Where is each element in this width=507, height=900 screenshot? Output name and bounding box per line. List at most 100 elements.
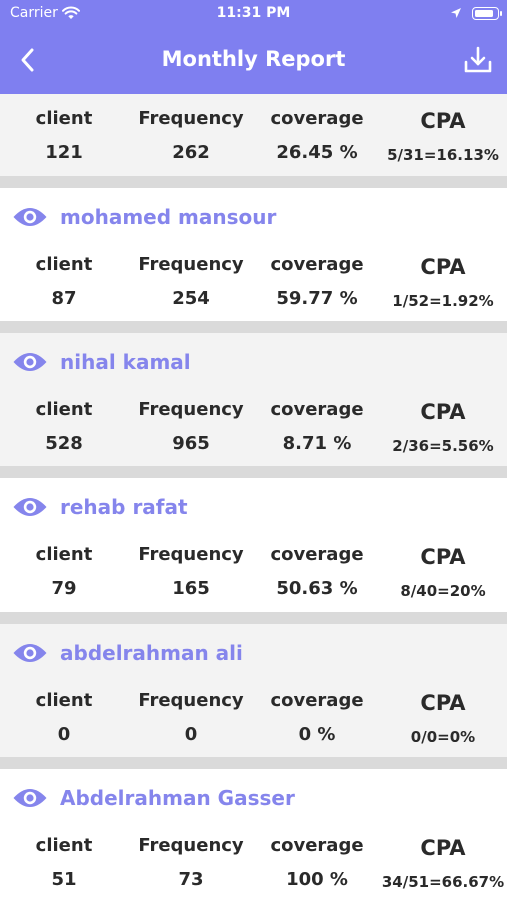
cpa-column: CPA 8/40=20% bbox=[373, 542, 507, 602]
coverage-label: coverage bbox=[270, 690, 364, 711]
frequency-label: Frequency bbox=[138, 399, 244, 420]
battery-icon bbox=[472, 7, 502, 20]
coverage-label: coverage bbox=[270, 108, 364, 129]
client-label: client bbox=[35, 108, 93, 129]
coverage-column: coverage 26.45 % bbox=[247, 106, 387, 164]
frequency-value: 0 bbox=[184, 724, 198, 745]
coverage-value: 26.45 % bbox=[276, 142, 358, 163]
cpa-column: CPA 34/51=66.67% bbox=[373, 833, 507, 893]
divider bbox=[0, 466, 507, 478]
rep-name[interactable]: mohamed mansour bbox=[60, 205, 276, 229]
rep-card: rehab rafat client 79 Frequency 165 cove… bbox=[0, 478, 507, 612]
frequency-label: Frequency bbox=[138, 835, 244, 856]
rep-stats: client 0 Frequency 0 coverage 0 % CPA 0/… bbox=[0, 688, 507, 748]
client-column: client 528 bbox=[0, 397, 134, 455]
cpa-label: CPA bbox=[420, 255, 466, 279]
client-label: client bbox=[35, 690, 93, 711]
cpa-column: CPA 5/31=16.13% bbox=[373, 106, 507, 166]
cpa-value: 2/36=5.56% bbox=[392, 437, 494, 455]
rep-name[interactable]: abdelrahman ali bbox=[60, 641, 243, 665]
summary-row: client 121 Frequency 262 coverage 26.45 … bbox=[0, 94, 507, 176]
client-label: client bbox=[35, 544, 93, 565]
frequency-column: Frequency 0 bbox=[121, 688, 261, 746]
coverage-value: 0 % bbox=[298, 724, 336, 745]
frequency-label: Frequency bbox=[138, 690, 244, 711]
client-value: 51 bbox=[51, 869, 77, 890]
frequency-value: 262 bbox=[172, 142, 210, 163]
coverage-column: coverage 59.77 % bbox=[247, 252, 387, 310]
client-label: client bbox=[35, 254, 93, 275]
nav-bar: Carrier 11:31 PM Monthly Report bbox=[0, 0, 507, 94]
eye-icon[interactable] bbox=[12, 205, 48, 229]
rep-card: nihal kamal client 528 Frequency 965 cov… bbox=[0, 333, 507, 466]
eye-icon[interactable] bbox=[12, 641, 48, 665]
coverage-value: 59.77 % bbox=[276, 288, 358, 309]
client-value: 121 bbox=[45, 142, 83, 163]
client-label: client bbox=[35, 835, 93, 856]
eye-icon[interactable] bbox=[12, 786, 48, 810]
coverage-column: coverage 0 % bbox=[247, 688, 387, 746]
battery-fill bbox=[475, 10, 493, 17]
coverage-label: coverage bbox=[270, 544, 364, 565]
client-column: client 87 bbox=[0, 252, 134, 310]
rep-stats: client 87 Frequency 254 coverage 59.77 %… bbox=[0, 252, 507, 312]
download-button[interactable] bbox=[460, 42, 496, 78]
cpa-label: CPA bbox=[420, 545, 466, 569]
download-icon bbox=[464, 46, 492, 73]
rep-name[interactable]: Abdelrahman Gasser bbox=[60, 786, 295, 810]
frequency-column: Frequency 254 bbox=[121, 252, 261, 310]
coverage-label: coverage bbox=[270, 254, 364, 275]
client-value: 528 bbox=[45, 433, 83, 454]
cpa-value: 8/40=20% bbox=[400, 582, 486, 600]
rep-stats: client 51 Frequency 73 coverage 100 % CP… bbox=[0, 833, 507, 893]
frequency-label: Frequency bbox=[138, 544, 244, 565]
frequency-column: Frequency 965 bbox=[121, 397, 261, 455]
cpa-column: CPA 2/36=5.56% bbox=[373, 397, 507, 457]
rep-card: mohamed mansour client 87 Frequency 254 … bbox=[0, 188, 507, 321]
rep-stats: client 79 Frequency 165 coverage 50.63 %… bbox=[0, 542, 507, 602]
coverage-label: coverage bbox=[270, 399, 364, 420]
page-title: Monthly Report bbox=[161, 47, 346, 71]
rep-header: mohamed mansour bbox=[12, 202, 276, 232]
frequency-column: Frequency 165 bbox=[121, 542, 261, 600]
eye-icon[interactable] bbox=[12, 350, 48, 374]
frequency-label: Frequency bbox=[138, 108, 244, 129]
client-value: 79 bbox=[51, 578, 77, 599]
rep-name[interactable]: nihal kamal bbox=[60, 350, 191, 374]
client-value: 87 bbox=[51, 288, 77, 309]
status-time: 11:31 PM bbox=[216, 5, 291, 21]
client-column: client 51 bbox=[0, 833, 134, 891]
divider bbox=[0, 757, 507, 769]
cpa-column: CPA 0/0=0% bbox=[373, 688, 507, 748]
rep-name[interactable]: rehab rafat bbox=[60, 495, 188, 519]
client-label: client bbox=[35, 399, 93, 420]
cpa-value: 5/31=16.13% bbox=[387, 146, 499, 164]
client-column: client 121 bbox=[0, 106, 134, 164]
coverage-label: coverage bbox=[270, 835, 364, 856]
rep-header: Abdelrahman Gasser bbox=[12, 783, 295, 813]
frequency-value: 73 bbox=[178, 869, 204, 890]
coverage-value: 8.71 % bbox=[282, 433, 352, 454]
summary-stats: client 121 Frequency 262 coverage 26.45 … bbox=[0, 106, 507, 166]
frequency-value: 165 bbox=[172, 578, 210, 599]
cpa-value: 0/0=0% bbox=[410, 728, 476, 746]
frequency-column: Frequency 73 bbox=[121, 833, 261, 891]
cpa-label: CPA bbox=[420, 109, 466, 133]
frequency-label: Frequency bbox=[138, 254, 244, 275]
frequency-column: Frequency 262 bbox=[121, 106, 261, 164]
coverage-column: coverage 8.71 % bbox=[247, 397, 387, 455]
client-column: client 79 bbox=[0, 542, 134, 600]
rep-card: Abdelrahman Gasser client 51 Frequency 7… bbox=[0, 769, 507, 900]
client-column: client 0 bbox=[0, 688, 134, 746]
coverage-value: 50.63 % bbox=[276, 578, 358, 599]
cpa-label: CPA bbox=[420, 836, 466, 860]
eye-icon[interactable] bbox=[12, 495, 48, 519]
coverage-value: 100 % bbox=[286, 869, 348, 890]
cpa-value: 1/52=1.92% bbox=[392, 292, 494, 310]
frequency-value: 965 bbox=[172, 433, 210, 454]
client-value: 0 bbox=[57, 724, 71, 745]
rep-header: abdelrahman ali bbox=[12, 638, 243, 668]
rep-header: nihal kamal bbox=[12, 347, 191, 377]
rep-header: rehab rafat bbox=[12, 492, 188, 522]
divider bbox=[0, 176, 507, 188]
